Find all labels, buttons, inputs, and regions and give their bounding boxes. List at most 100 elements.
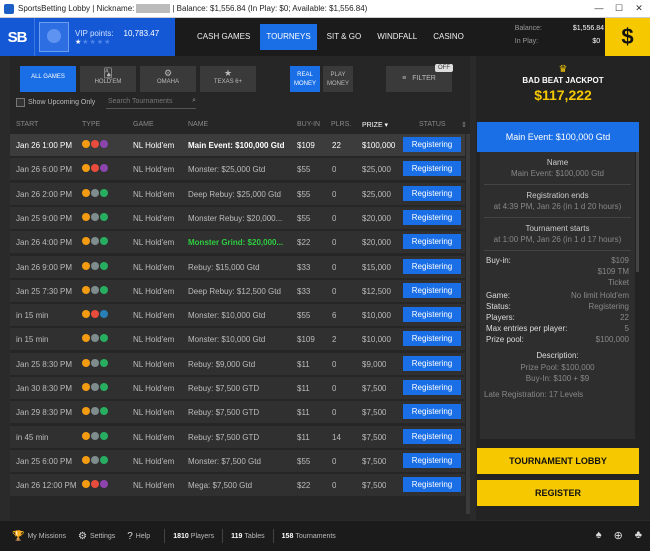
type-icon (82, 261, 90, 270)
balance-value: $1,556.84 (572, 25, 604, 32)
col-buyin[interactable]: BUY-IN (297, 121, 320, 128)
help-icon: ? (127, 530, 133, 542)
search-icon[interactable]: ⌕ (192, 97, 196, 105)
row-type-icons (82, 261, 108, 270)
registering-button[interactable]: Registering (403, 209, 461, 225)
table-row[interactable]: Jan 25 7:30 PM NL Hold'em Deep Rebuy: $12,… (10, 279, 465, 302)
details-scrollbar[interactable] (636, 152, 639, 272)
type-icon (91, 310, 99, 319)
inplay-value: $0 (592, 38, 601, 45)
globe-icon[interactable]: ⊕ (614, 529, 623, 542)
col-prize[interactable]: PRIZE ▾ (362, 121, 388, 129)
col-status[interactable]: STATUS (419, 121, 446, 128)
filter-all-games[interactable]: ALL GAMES (20, 66, 76, 92)
registering-button[interactable]: Registering (403, 477, 461, 493)
row-buyin: $11 (297, 408, 310, 418)
brand-logo[interactable]: SB (0, 18, 34, 56)
list-scrollbar[interactable] (466, 134, 470, 514)
table-row[interactable]: Jan 30 8:30 PM NL Hold'em Rebuy: $7,500 GT… (10, 377, 465, 399)
registering-button[interactable]: Registering (403, 355, 461, 371)
register-button[interactable]: REGISTER (477, 480, 639, 506)
registering-button[interactable]: Registering (403, 282, 461, 298)
cashier-button[interactable]: $ (605, 18, 650, 56)
filter-off-badge[interactable]: OFF (435, 64, 453, 72)
filter-omaha[interactable]: ⚙ OMAHA (140, 66, 196, 92)
players-count: 1810 Players (173, 532, 215, 540)
table-row[interactable]: Jan 25 9:00 PM NL Hold'em Monster Rebuy: $… (10, 206, 465, 229)
row-prize: $15,000 (362, 262, 391, 272)
registering-button[interactable]: Registering (403, 331, 461, 347)
row-start-time: in 15 min (16, 311, 49, 321)
help-link[interactable]: ? Help (127, 531, 150, 542)
maximize-button[interactable]: ☐ (610, 1, 628, 15)
tab-casino[interactable]: CASINO (427, 24, 470, 50)
registering-button[interactable]: Registering (403, 161, 461, 177)
row-buyin: $109 (297, 335, 315, 345)
tab-cash-games[interactable]: CASH GAMES (191, 24, 256, 50)
registering-button[interactable]: Registering (403, 380, 461, 395)
tournament-detail-panel: ♛ BAD BEAT JACKPOT $117,222 Main Event: … (476, 56, 650, 520)
detail-buyin: Buy-in: $109 (486, 256, 629, 265)
detail-max-entries: Max entries per player: 5 (486, 324, 629, 333)
registering-button[interactable]: Registering (403, 307, 461, 323)
spade-icon[interactable]: ♠ (596, 529, 602, 542)
table-row[interactable]: Jan 26 2:00 PM NL Hold'em Deep Rebuy: $25,… (10, 182, 465, 205)
row-game: NL Hold'em (133, 189, 175, 199)
table-row[interactable]: Jan 26 9:00 PM NL Hold'em Rebuy: $15,000 G… (10, 255, 465, 278)
tab-windfall[interactable]: WINDFALL (371, 24, 423, 50)
top-nav: SB VIP points: 10,783.47 ★★★★★ CASH GAMES… (0, 18, 650, 56)
table-row[interactable]: in 15 min NL Hold'em Monster: $10,000 Gtd $… (10, 328, 465, 351)
tab-sit-and-go[interactable]: SIT & GO (321, 24, 368, 50)
row-players: 0 (332, 359, 337, 369)
play-money-toggle[interactable]: PLAY MONEY (323, 66, 353, 92)
col-players[interactable]: PLRS. (331, 121, 351, 128)
col-type[interactable]: TYPE (82, 121, 100, 128)
tables-count: 119 Tables (231, 532, 265, 540)
close-button[interactable]: ✕ (630, 1, 648, 15)
show-upcoming-option[interactable]: Show Upcoming Only (16, 98, 95, 107)
row-start-time: Jan 25 6:00 PM (16, 456, 73, 466)
tab-tourneys[interactable]: TOURNEYS (260, 24, 317, 50)
row-type-icons (82, 237, 108, 246)
col-name[interactable]: NAME (188, 121, 208, 128)
row-prize: $100,000 (362, 141, 396, 150)
type-icon (100, 431, 108, 440)
table-row[interactable]: Jan 25 8:30 PM NL Hold'em Rebuy: $9,000 Gt… (10, 352, 465, 375)
avatar[interactable] (39, 22, 69, 52)
col-game[interactable]: GAME (133, 121, 154, 128)
tournaments-count: 158 Tournaments (281, 532, 336, 540)
registering-button[interactable]: Registering (403, 234, 461, 250)
settings-link[interactable]: ⚙ Settings (78, 531, 115, 542)
row-type-icons (82, 455, 108, 464)
table-row[interactable]: Jan 26 4:00 PM NL Hold'em Monster Grind: $… (10, 231, 465, 254)
registering-button[interactable]: Registering (403, 404, 461, 420)
minimize-button[interactable]: — (590, 1, 608, 15)
registering-button[interactable]: Registering (403, 258, 461, 274)
filter-holdem[interactable]: 🂡 HOLD'EM (80, 66, 136, 92)
table-row[interactable]: in 15 min NL Hold'em Monster: $10,000 Gtd $… (10, 304, 465, 327)
profile-panel[interactable]: VIP points: 10,783.47 ★★★★★ (34, 18, 175, 56)
tournament-lobby-button[interactable]: TOURNAMENT LOBBY (477, 448, 639, 474)
table-row[interactable]: Jan 29 8:30 PM NL Hold'em Rebuy: $7,500 GT… (10, 401, 465, 424)
sort-icon[interactable]: ⇕ (461, 121, 467, 129)
real-money-toggle[interactable]: REAL MONEY (290, 66, 320, 92)
table-row[interactable]: Jan 26 6:00 PM NL Hold'em Monster: $25,000… (10, 158, 465, 181)
col-start[interactable]: START (16, 121, 38, 128)
registering-button[interactable]: Registering (403, 185, 461, 201)
show-upcoming-checkbox[interactable] (16, 98, 25, 107)
type-icon (91, 334, 99, 343)
table-row[interactable]: Jan 25 6:00 PM NL Hold'em Monster: $7,500 … (10, 449, 465, 472)
search-input[interactable]: Search Tournaments ⌕ (106, 96, 196, 109)
filter-texas6[interactable]: ★ TEXAS 6+ (200, 66, 256, 92)
registering-button[interactable]: Registering (403, 452, 461, 468)
table-row[interactable]: Jan 26 1:00 PM NL Hold'em Main Event: $100… (10, 134, 465, 156)
my-missions-link[interactable]: 🏆 My Missions (12, 531, 66, 542)
type-icon (91, 358, 99, 367)
club-icon[interactable]: ♣ (635, 529, 642, 542)
registering-button[interactable]: Registering (403, 137, 461, 152)
table-row[interactable]: Jan 26 12:00 PM NL Hold'em Mega: $7,500 Gt… (10, 474, 465, 497)
registering-button[interactable]: Registering (403, 428, 461, 444)
tournament-list-panel: ALL GAMES 🂡 HOLD'EM ⚙ OMAHA ★ TEXAS 6+ REAL… (10, 56, 470, 520)
type-icon (100, 140, 108, 148)
table-row[interactable]: in 45 min NL Hold'em Rebuy: $7,500 GTD $11 1… (10, 425, 465, 448)
